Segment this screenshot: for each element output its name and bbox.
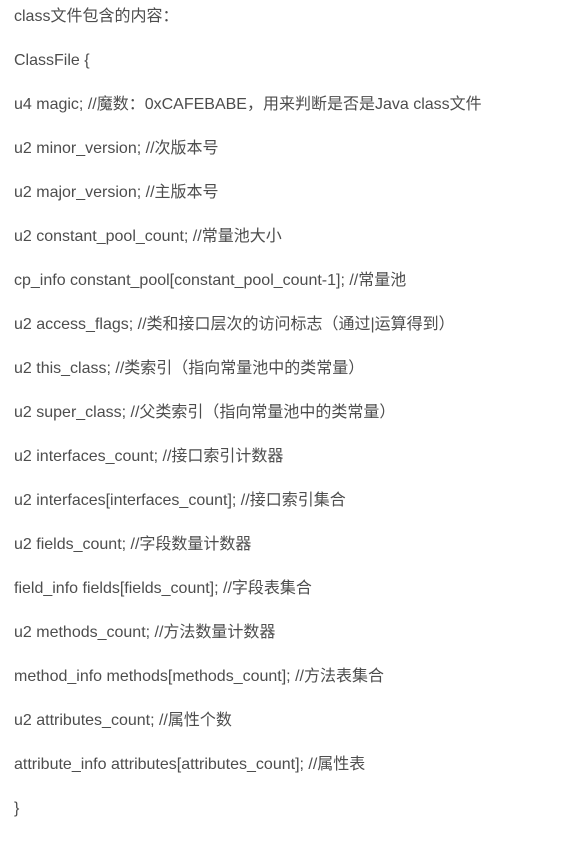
document-body: class文件包含的内容： ClassFile { u4 magic; //魔数：0… xyxy=(14,6,581,842)
code-line: u2 attributes_count; //属性个数 xyxy=(14,712,232,729)
code-line: u2 major_version; //主版本号 xyxy=(14,184,219,201)
code-line: u2 fields_count; //字段数量计数器 xyxy=(14,536,252,553)
code-line: ClassFile { xyxy=(14,52,90,69)
code-line: u2 constant_pool_count; //常量池大小 xyxy=(14,228,282,245)
code-line: u2 access_flags; //类和接口层次的访问标志（通过|运算得到） xyxy=(14,316,455,333)
code-line: attribute_info attributes[attributes_cou… xyxy=(14,756,366,773)
code-line: u2 this_class; //类索引（指向常量池中的类常量） xyxy=(14,360,365,377)
code-line: u2 interfaces[interfaces_count]; //接口索引集… xyxy=(14,492,346,509)
code-line: u4 magic; //魔数：0xCAFEBABE，用来判断是否是Java cl… xyxy=(14,96,482,113)
code-line: u2 interfaces_count; //接口索引计数器 xyxy=(14,448,284,465)
code-line: cp_info constant_pool[constant_pool_coun… xyxy=(14,272,407,289)
code-line: u2 super_class; //父类索引（指向常量池中的类常量） xyxy=(14,404,396,421)
code-line: } xyxy=(14,800,20,817)
code-line: u2 methods_count; //方法数量计数器 xyxy=(14,624,276,641)
code-line: method_info methods[methods_count]; //方法… xyxy=(14,668,384,685)
intro-paragraph: class文件包含的内容： xyxy=(14,8,179,25)
code-line: field_info fields[fields_count]; //字段表集合 xyxy=(14,580,312,597)
code-line: u2 minor_version; //次版本号 xyxy=(14,140,219,157)
